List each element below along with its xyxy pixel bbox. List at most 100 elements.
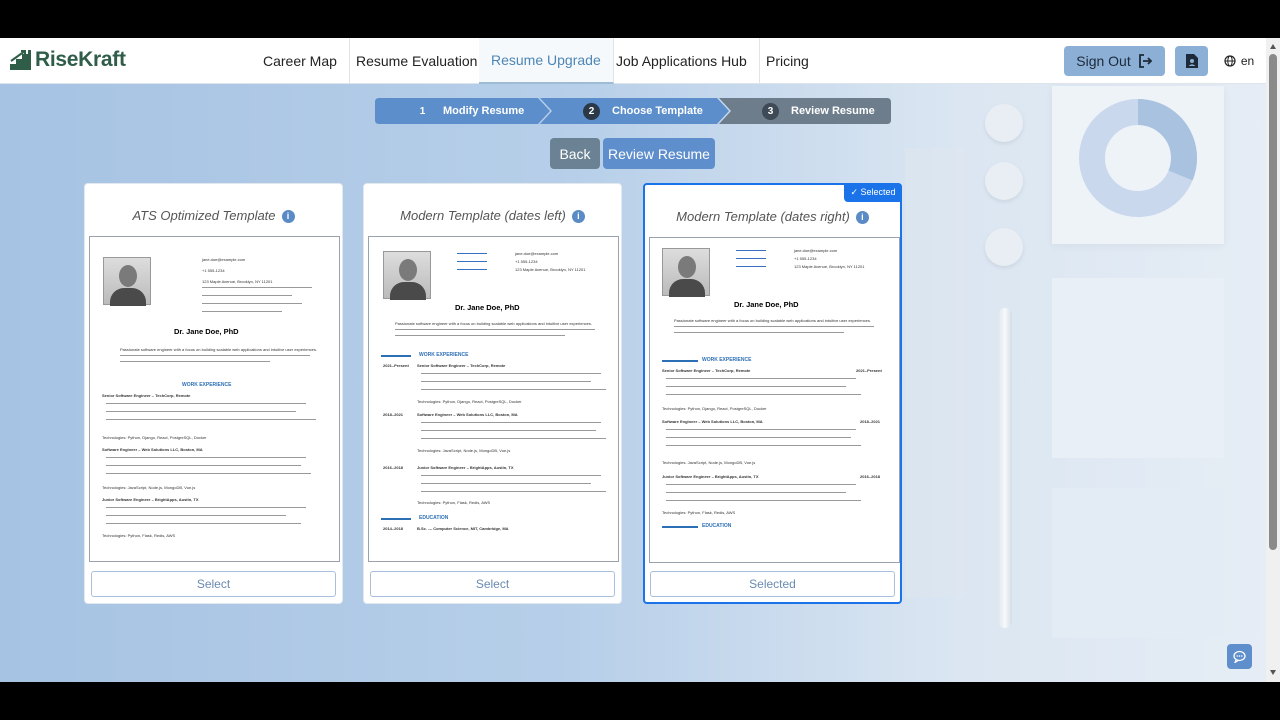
contact-phone: +1 555-1234 bbox=[202, 268, 225, 273]
job-dates: 2016–2018 bbox=[860, 474, 881, 479]
nav-pricing[interactable]: Pricing bbox=[754, 38, 821, 84]
text-line bbox=[666, 437, 851, 438]
nav-resume-evaluation[interactable]: Resume Evaluation bbox=[344, 38, 491, 84]
resume-name: Dr. Jane Doe, PhD bbox=[455, 303, 520, 312]
job-title: Junior Software Engineer – BrightApps, A… bbox=[662, 474, 759, 479]
job-title: Senior Software Engineer – TechCorp, Rem… bbox=[102, 393, 191, 398]
job-title: Senior Software Engineer – TechCorp, Rem… bbox=[417, 363, 506, 368]
template-card-modern-dates-right[interactable]: ✓ Selected Modern Template (dates right)… bbox=[643, 183, 902, 604]
text-line bbox=[421, 430, 596, 431]
template-card-modern-dates-left[interactable]: Modern Template (dates left) i jane.doe@e… bbox=[363, 183, 622, 604]
step-modify-resume[interactable]: 1 Modify Resume bbox=[414, 98, 525, 124]
scroll-up-arrow-icon[interactable] bbox=[1270, 44, 1276, 49]
resume-name: Dr. Jane Doe, PhD bbox=[174, 327, 239, 336]
review-resume-button[interactable]: Review Resume bbox=[603, 138, 715, 169]
sign-out-icon bbox=[1138, 54, 1153, 68]
step-review-resume[interactable]: 3 Review Resume bbox=[762, 98, 875, 124]
profile-document-button[interactable] bbox=[1175, 46, 1208, 76]
step-label: Modify Resume bbox=[443, 105, 525, 117]
selected-template-button[interactable]: Selected bbox=[650, 571, 895, 597]
section-education: EDUCATION bbox=[702, 523, 732, 529]
document-user-icon bbox=[1185, 54, 1198, 68]
job-technologies: Technologies: Python, Flask, Redis, AWS bbox=[662, 510, 736, 515]
job-title: Software Engineer – Web Solutions LLC, B… bbox=[662, 419, 763, 424]
text-line bbox=[674, 332, 844, 333]
background-button bbox=[985, 228, 1023, 266]
globe-icon bbox=[1224, 55, 1236, 67]
job-dates: 2021–Present bbox=[856, 368, 882, 373]
section-divider bbox=[662, 526, 698, 528]
text-line bbox=[120, 361, 270, 362]
info-icon[interactable]: i bbox=[281, 209, 295, 223]
scrollbar-thumb[interactable] bbox=[1269, 54, 1277, 550]
job-title: Junior Software Engineer – BrightApps, A… bbox=[417, 465, 514, 470]
job-title: Software Engineer – Web Solutions LLC, B… bbox=[102, 447, 203, 452]
text-line bbox=[106, 419, 316, 420]
resume-name: Dr. Jane Doe, PhD bbox=[734, 300, 799, 309]
job-technologies: Technologies: JavaScript, Node.js, Mongo… bbox=[662, 460, 756, 465]
chat-button[interactable] bbox=[1227, 644, 1252, 669]
section-experience: WORK EXPERIENCE bbox=[419, 352, 469, 358]
contact-address: 123 Maple Avenue, Brooklyn, NY 11201 bbox=[794, 264, 865, 269]
template-title: Modern Template (dates left) i bbox=[364, 208, 621, 223]
template-card-ats[interactable]: ATS Optimized Template i jane.doe@example… bbox=[84, 183, 343, 604]
step-number: 2 bbox=[583, 102, 600, 120]
text-line bbox=[106, 523, 301, 524]
nav-resume-upgrade[interactable]: Resume Upgrade bbox=[479, 38, 614, 84]
text-line bbox=[106, 507, 306, 508]
template-preview[interactable]: jane.doe@example.com +1 555-1234 123 Map… bbox=[368, 236, 619, 562]
nav-career-map[interactable]: Career Map bbox=[251, 38, 350, 84]
job-technologies: Technologies: Python, Django, React, Pos… bbox=[417, 399, 522, 404]
step-number: 1 bbox=[419, 105, 426, 117]
background-card bbox=[1052, 488, 1224, 638]
template-preview[interactable]: jane.doe@example.com +1 555-1234 123 Map… bbox=[89, 236, 340, 562]
chat-bubble-icon bbox=[1233, 650, 1246, 663]
text-line bbox=[666, 429, 856, 430]
edu-degree: B.Sc. — Computer Science, MIT, Cambridge… bbox=[417, 526, 509, 531]
step-choose-template[interactable]: 2 Choose Template bbox=[583, 98, 703, 124]
contact-phone: +1 555-1234 bbox=[794, 256, 817, 261]
link-line bbox=[457, 269, 487, 270]
background-card bbox=[1052, 278, 1224, 458]
resume-photo bbox=[103, 257, 151, 306]
stairs-logo-icon bbox=[10, 50, 31, 70]
background-button bbox=[985, 162, 1023, 200]
job-technologies: Technologies: Python, Django, React, Pos… bbox=[102, 435, 207, 440]
info-icon[interactable]: i bbox=[855, 210, 869, 224]
step-label: Choose Template bbox=[612, 105, 703, 117]
template-preview[interactable]: jane.doe@example.com +1 555-1234 123 Map… bbox=[649, 237, 900, 563]
text-line bbox=[666, 394, 861, 395]
app-viewport: RiseKraft Career Map Resume Evaluation R… bbox=[0, 38, 1280, 682]
step-number: 3 bbox=[762, 102, 779, 120]
scroll-down-arrow-icon[interactable] bbox=[1270, 670, 1276, 675]
select-template-button[interactable]: Select bbox=[370, 571, 615, 597]
background-button bbox=[985, 104, 1023, 142]
link-line bbox=[457, 261, 487, 262]
text-line bbox=[666, 492, 846, 493]
text-line bbox=[421, 475, 601, 476]
text-line bbox=[106, 515, 286, 516]
text-line bbox=[106, 457, 306, 458]
text-line bbox=[421, 491, 606, 492]
template-title: Modern Template (dates right) i bbox=[645, 209, 900, 224]
nav-job-applications-hub[interactable]: Job Applications Hub bbox=[604, 38, 760, 84]
text-line bbox=[202, 295, 292, 296]
text-line bbox=[666, 484, 856, 485]
contact-email: jane.doe@example.com bbox=[794, 248, 838, 253]
brand-logo[interactable]: RiseKraft bbox=[8, 48, 126, 72]
resume-summary: Passionate software engineer with a focu… bbox=[120, 347, 318, 352]
job-title: Software Engineer – Web Solutions LLC, B… bbox=[417, 412, 518, 417]
language-switcher[interactable]: en bbox=[1218, 48, 1260, 74]
info-icon[interactable]: i bbox=[571, 209, 585, 223]
section-experience: WORK EXPERIENCE bbox=[182, 382, 232, 388]
select-template-button[interactable]: Select bbox=[91, 571, 336, 597]
section-divider bbox=[662, 360, 698, 362]
job-title: Junior Software Engineer – BrightApps, A… bbox=[102, 497, 199, 502]
text-line bbox=[421, 389, 606, 390]
brand-name: RiseKraft bbox=[35, 48, 126, 71]
sign-out-button[interactable]: Sign Out bbox=[1064, 46, 1165, 76]
back-button[interactable]: Back bbox=[550, 138, 600, 169]
text-line bbox=[395, 329, 595, 330]
job-technologies: Technologies: JavaScript, Node.js, Mongo… bbox=[417, 448, 511, 453]
link-line bbox=[736, 250, 766, 251]
